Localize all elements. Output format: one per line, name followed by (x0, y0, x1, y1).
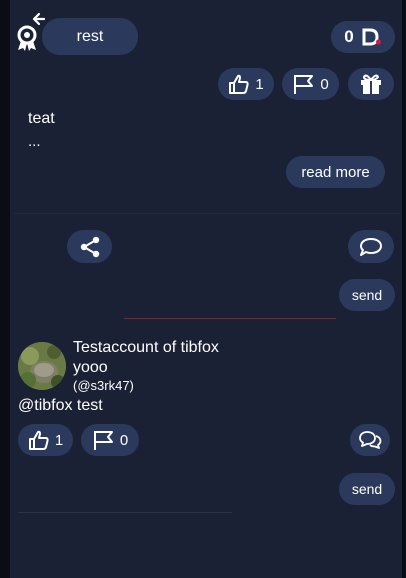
gift-icon (361, 74, 381, 94)
comment-send-button[interactable]: send (339, 473, 395, 505)
thumbs-up-icon (229, 74, 249, 94)
window-edge-right (402, 0, 406, 578)
comment-like-button[interactable]: 1 (18, 424, 73, 456)
flag-icon (93, 431, 113, 450)
post-flag-button[interactable]: 0 (282, 68, 339, 100)
comment-text: @tibfox test (18, 397, 103, 414)
gift-button[interactable] (348, 68, 394, 100)
reply-button[interactable] (350, 424, 390, 456)
comment-author-handle: (@s3rk47) (73, 378, 134, 393)
flag-icon (294, 75, 314, 94)
post-separator (14, 213, 400, 214)
tab-rest[interactable]: rest (42, 18, 138, 55)
post-send-label: send (351, 287, 383, 303)
comment-author-name[interactable]: Testaccount of tibfox (73, 339, 219, 357)
coin-count: 0 (344, 27, 354, 46)
comment-author-display: yooo (73, 359, 108, 376)
reply-bubbles-icon (359, 431, 382, 449)
thumbs-up-icon (28, 430, 49, 450)
post-title: teat (28, 110, 55, 127)
comment-avatar[interactable] (18, 342, 66, 390)
share-icon (80, 236, 99, 257)
read-more-label: read more (301, 163, 370, 181)
coin-balance-button[interactable]: 0 (331, 21, 395, 53)
read-more-button[interactable]: read more (286, 156, 385, 188)
comment-flag-button[interactable]: 0 (81, 424, 139, 456)
avatar-image (18, 342, 66, 390)
comment-send-label: send (351, 481, 383, 497)
coin-logo-icon (362, 28, 381, 46)
comment-bubble-icon (360, 237, 382, 256)
post-send-button[interactable]: send (339, 279, 395, 311)
post-like-count: 1 (255, 75, 264, 93)
comment-like-count: 1 (54, 431, 64, 449)
comment-separator (18, 512, 232, 513)
tab-rest-label: rest (76, 27, 104, 45)
share-button[interactable] (67, 230, 112, 263)
comment-button[interactable] (348, 230, 394, 263)
post-flag-count: 0 (320, 75, 329, 93)
post-like-button[interactable]: 1 (218, 68, 274, 100)
post-excerpt: ... (28, 133, 41, 150)
comment-flag-count: 0 (119, 431, 129, 449)
window-edge-left (0, 0, 10, 578)
comments-separator (124, 318, 336, 319)
